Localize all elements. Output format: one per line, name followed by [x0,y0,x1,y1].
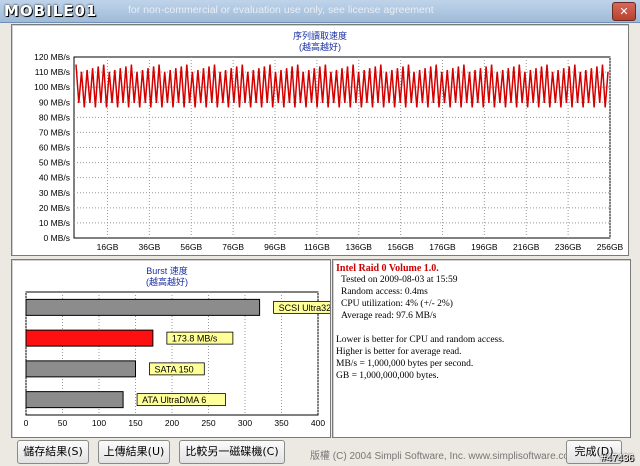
burst-x-tick-label: 0 [24,418,29,428]
read-chart-subtitle: (越高越好) [299,41,341,52]
burst-bar [25,360,136,378]
burst-bar-label: SATA 150 [155,364,194,374]
window-title: for non-commercial or evaluation use onl… [128,4,434,16]
read-y-tick-label: 30 MB/s [39,188,70,198]
read-x-tick-label: 236GB [555,242,582,252]
burst-bar [25,391,124,409]
read-x-tick-label: 56GB [180,242,202,252]
read-x-tick-label: 256GB [597,242,624,252]
mobile01-logo: MOBILE01 [4,2,98,20]
read-x-tick-label: 116GB [304,242,330,252]
average-read-text: Average read: 97.6 MB/s [341,311,437,321]
read-x-tick-label: 156GB [387,242,414,252]
close-button[interactable]: ✕ [612,2,636,21]
compare-drive-button[interactable]: 比較另一磁碟機(C) [179,440,285,464]
read-x-tick-label: 216GB [513,242,540,252]
note-mbs-definition: MB/s = 1,000,000 bytes per second. [336,359,474,369]
note-lower-better: Lower is better for CPU and random acces… [336,335,505,345]
read-x-tick-label: 136GB [346,242,373,252]
burst-x-tick-label: 200 [165,418,179,428]
burst-x-tick-label: 350 [274,418,288,428]
sequential-read-chart: 序列讀取速度 (越高越好) 120 MB/s 110 MB/s 100 MB/s 90… [34,30,624,252]
read-y-tick-label: 10 MB/s [39,218,70,228]
random-access-text: Random access: 0.4ms [341,287,428,297]
title-bar: MOBILE01 for non-commercial or evaluatio… [0,0,640,23]
read-x-tick-label: 16GB [97,242,119,252]
upload-results-button[interactable]: 上傳結果(U) [98,440,170,464]
save-results-button[interactable]: 儲存結果(S) [17,440,89,464]
read-x-tick-label: 76GB [222,242,244,252]
burst-x-tick-label: 250 [201,418,215,428]
burst-speed-chart: Burst 速度 (越高越好) SCSI Ultra320 173.8 MB/s S… [24,265,357,428]
burst-x-tick-label: 100 [92,418,106,428]
burst-bar-label: 173.8 MB/s [172,334,218,344]
watermark-text: #47436 [600,453,634,464]
read-x-tick-label: 96GB [264,242,286,252]
note-gb-definition: GB = 1,000,000,000 bytes. [336,371,439,381]
drive-info-panel: Intel Raid 0 Volume 1.0. Tested on 2009-… [332,259,631,438]
sequential-read-panel: 序列讀取速度 (越高越好) 120 MB/s 110 MB/s 100 MB/s 90… [11,24,629,256]
burst-bar-label: ATA UltraDMA 6 [142,395,206,405]
cpu-utilization-text: CPU utilization: 4% (+/- 2%) [341,299,453,309]
read-y-tick-label: 0 MB/s [44,233,70,243]
read-y-tick-label: 90 MB/s [39,97,70,107]
note-higher-better: Higher is better for average read. [336,347,462,357]
read-y-tick-label: 120 MB/s [34,52,70,62]
read-y-tick-label: 60 MB/s [39,143,70,153]
read-y-tick-label: 70 MB/s [39,127,70,137]
read-chart-title: 序列讀取速度 [293,30,347,41]
burst-speed-panel: Burst 速度 (越高越好) SCSI Ultra320 173.8 MB/s S… [11,259,357,438]
burst-x-tick-label: 50 [58,418,68,428]
burst-bar [25,298,261,316]
read-y-tick-label: 50 MB/s [39,158,70,168]
burst-x-tick-label: 400 [311,418,325,428]
read-y-tick-label: 100 MB/s [34,82,70,92]
burst-x-tick-label: 150 [128,418,142,428]
burst-bar [25,329,154,347]
read-x-tick-label: 176GB [429,242,456,252]
read-x-tick-label: 196GB [471,242,498,252]
read-y-tick-label: 20 MB/s [39,203,70,213]
read-x-tick-label: 36GB [139,242,161,252]
burst-chart-subtitle: (越高越好) [146,276,188,287]
read-y-tick-label: 110 MB/s [35,67,70,77]
tested-on-text: Tested on 2009-08-03 at 15:59 [341,275,458,285]
read-y-tick-label: 40 MB/s [39,173,70,183]
burst-x-tick-label: 300 [238,418,252,428]
drive-name: Intel Raid 0 Volume 1.0. [336,263,439,274]
burst-chart-title: Burst 速度 [146,265,188,276]
copyright-text: 版權 (C) 2004 Simpli Software, Inc. www.si… [310,451,578,462]
read-y-tick-label: 80 MB/s [39,112,70,122]
burst-bar-label: SCSI Ultra320 [279,303,330,313]
